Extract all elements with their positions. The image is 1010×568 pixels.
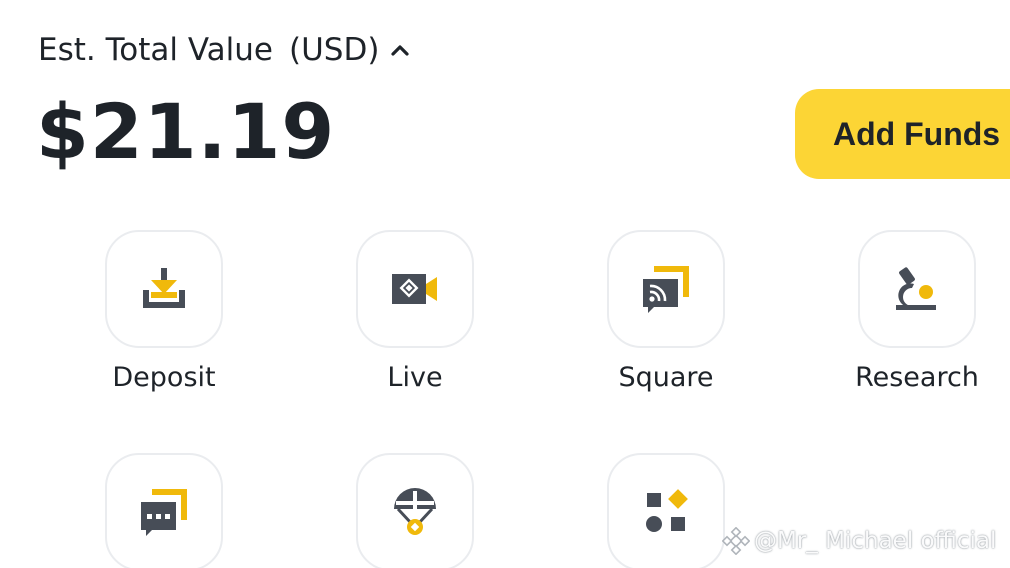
chat-icon [141, 489, 187, 536]
deposit-icon [143, 268, 185, 308]
shortcut-tile[interactable] [607, 453, 725, 568]
shortcut-tile[interactable] [858, 230, 976, 348]
shortcut-tile[interactable] [105, 453, 223, 568]
add-funds-button[interactable]: Add Funds [795, 89, 1010, 179]
shortcut-deposit[interactable]: Deposit [64, 230, 264, 393]
shortcut-label: Live [387, 362, 443, 393]
shortcut-tile[interactable] [105, 230, 223, 348]
watermark: @Mr_ Michael official [722, 524, 996, 558]
watermark-text: @Mr_ Michael official [754, 528, 997, 554]
microscope-icon [896, 267, 936, 310]
chevron-up-icon[interactable] [389, 39, 411, 61]
shortcut-tile[interactable] [356, 230, 474, 348]
shortcut-label: Square [618, 362, 714, 393]
parachute-icon [394, 488, 436, 535]
shortcut-chat[interactable] [64, 453, 264, 568]
binance-logo-icon [722, 527, 750, 555]
shortcut-label: Deposit [112, 362, 216, 393]
live-video-icon [392, 274, 437, 304]
shortcut-label: Research [855, 362, 979, 393]
balance-label: Est. Total Value [38, 32, 273, 68]
shortcut-square[interactable]: Square [566, 230, 766, 393]
square-feed-icon [643, 266, 689, 313]
shortcut-tile[interactable] [356, 453, 474, 568]
total-balance-value: $21.19 [36, 87, 336, 176]
shortcut-research[interactable]: Research [817, 230, 1010, 393]
currency-label: (USD) [288, 32, 380, 68]
shortcut-airdrop[interactable] [315, 453, 515, 568]
shortcut-tile[interactable] [607, 230, 725, 348]
more-apps-icon [646, 489, 688, 532]
balance-header[interactable]: Est. Total Value (USD) [38, 28, 411, 72]
shortcut-live[interactable]: Live [315, 230, 515, 393]
